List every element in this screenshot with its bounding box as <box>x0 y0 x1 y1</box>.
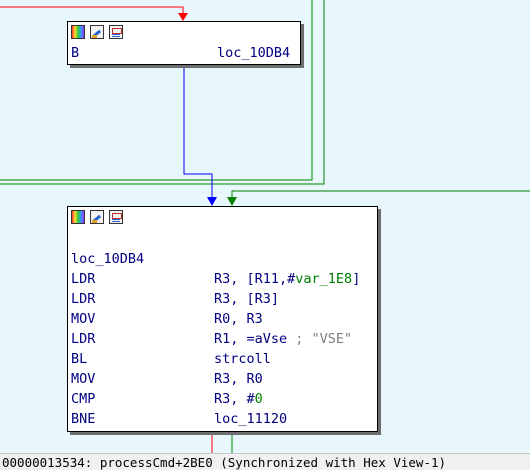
operand-suffix: ] <box>352 271 361 287</box>
operand-text: loc_11120 <box>214 411 288 427</box>
graph-view[interactable]: B loc_10DB4 loc_10DB4 LDR R3, [R11,#var_1… <box>0 0 530 453</box>
operand-text: R3, R0 <box>214 371 263 387</box>
operand-variable[interactable]: 0 <box>255 391 263 407</box>
operand-text: R3, [R3] <box>214 291 280 307</box>
operand-text: R3, [R11,# <box>214 271 296 287</box>
instruction-mnemonic: BL <box>71 351 88 367</box>
operand-variable[interactable]: var_1E8 <box>295 271 352 287</box>
edge-green-right <box>231 190 530 200</box>
instruction-mnemonic: LDR <box>71 271 96 287</box>
group-nodes-icon[interactable] <box>109 25 123 39</box>
status-sync: (Synchronized with Hex View-1) <box>220 455 447 470</box>
instruction-operands[interactable]: R0, R3 <box>214 309 263 329</box>
instruction-operands[interactable]: R3, [R11,#var_1E8] <box>214 269 360 289</box>
edge-red-arrowhead <box>178 13 188 21</box>
edge-red-incoming <box>0 6 184 16</box>
rename-edit-icon[interactable] <box>90 25 104 39</box>
instruction-operands[interactable]: R3, [R3] <box>214 289 279 309</box>
instruction-mnemonic: BNE <box>71 411 96 427</box>
instruction-operands[interactable]: loc_11120 <box>214 409 287 429</box>
instruction-mnemonic: MOV <box>71 311 96 327</box>
code-label[interactable]: loc_10DB4 <box>71 249 144 269</box>
instruction-operands[interactable]: strcoll <box>214 349 271 369</box>
operand-text: R1, =aVse <box>214 331 296 347</box>
instruction-mnemonic: MOV <box>71 371 96 387</box>
operand-text: R3, # <box>214 391 255 407</box>
instruction-operands[interactable]: R3, #0 <box>214 389 263 409</box>
group-nodes-icon[interactable] <box>109 210 123 224</box>
color-palette-icon[interactable] <box>71 25 85 39</box>
instruction-mnemonic: CMP <box>71 391 96 407</box>
instruction-comment: ; "VSE" <box>295 331 353 347</box>
edge-blue-arrowhead <box>207 197 217 206</box>
operand-text: strcoll <box>214 351 271 367</box>
color-palette-icon[interactable] <box>71 210 85 224</box>
instruction-mnemonic: LDR <box>71 331 96 347</box>
instruction-operands[interactable]: R3, R0 <box>214 369 263 389</box>
instruction-operands[interactable]: R1, =aVse ; "VSE" <box>214 329 352 349</box>
instruction-mnemonic: B <box>71 45 80 61</box>
instruction-mnemonic: LDR <box>71 291 96 307</box>
graph-node-b[interactable]: B loc_10DB4 <box>67 21 301 65</box>
operand-text: R0, R3 <box>214 311 263 327</box>
status-bar: 00000013534: processCmd+2BE0 (Synchroniz… <box>0 453 530 470</box>
rename-edit-icon[interactable] <box>90 210 104 224</box>
edge-green-arrowhead <box>227 197 237 206</box>
status-address: 00000013534: processCmd+2BE0 <box>2 455 213 470</box>
instruction-operand[interactable]: loc_10DB4 <box>217 43 290 63</box>
graph-node-loc-10db4[interactable]: loc_10DB4 LDR R3, [R11,#var_1E8] LDR R3, [R… <box>67 206 378 432</box>
